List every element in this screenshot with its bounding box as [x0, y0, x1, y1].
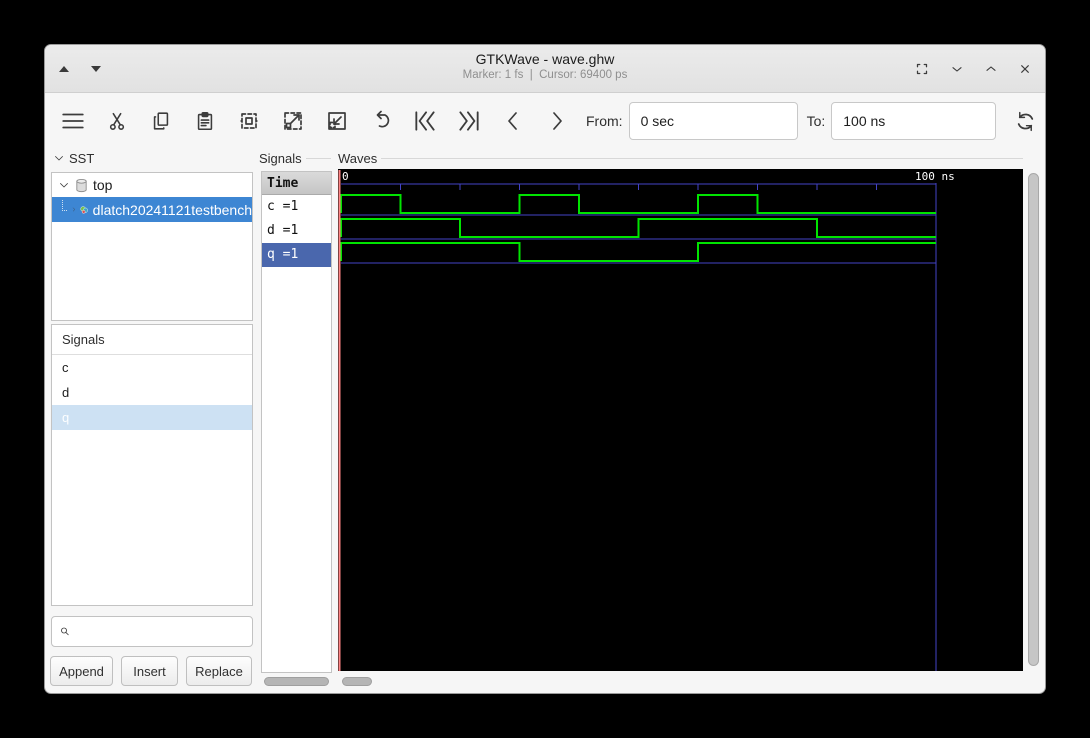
copy-icon[interactable] — [144, 104, 178, 138]
wave-hscrollbar[interactable] — [342, 677, 372, 686]
replace-button[interactable]: Replace — [186, 656, 252, 686]
zoom-out-icon[interactable] — [320, 104, 354, 138]
tree-item-top[interactable]: top — [52, 173, 252, 197]
from-input[interactable] — [628, 102, 798, 140]
forward-icon[interactable] — [540, 104, 574, 138]
signal-row-d[interactable]: d =1 — [262, 219, 331, 243]
chevron-down-icon[interactable] — [58, 179, 70, 191]
zoom-fit-icon[interactable] — [232, 104, 266, 138]
chevron-right-icon[interactable] — [71, 204, 77, 215]
maximize-icon[interactable] — [983, 61, 999, 77]
menu-icon[interactable] — [56, 104, 90, 138]
to-label: To: — [806, 113, 826, 129]
time-header: Time — [262, 172, 331, 195]
wave-trace-q — [340, 242, 936, 262]
tree-item-dlatch[interactable]: dlatch20241121testbench — [52, 197, 252, 222]
waveform-svg: 0 100 ns — [338, 170, 955, 671]
signal-panel-hscrollbar[interactable] — [264, 677, 329, 686]
search-icon — [61, 627, 69, 636]
toolbar: From: To: — [45, 93, 1045, 149]
zoom-in-icon[interactable] — [276, 104, 310, 138]
facility-list-header: Signals — [52, 325, 252, 355]
to-end-icon[interactable] — [452, 104, 486, 138]
titlebar: GTKWave - wave.ghw Marker: 1 fs | Cursor… — [45, 45, 1045, 93]
tree-connector — [62, 199, 67, 211]
wave-trace-d — [340, 218, 936, 238]
to-start-icon[interactable] — [408, 104, 442, 138]
to-input[interactable] — [831, 102, 997, 140]
wave-canvas[interactable]: 0 100 ns — [338, 169, 1023, 671]
axis-end-label: 100 ns — [915, 170, 955, 183]
search-input[interactable] — [76, 617, 252, 646]
sst-tree: top dlatch20241121testbench — [51, 172, 253, 321]
wave-vscrollbar[interactable] — [1028, 173, 1039, 666]
signal-list-header: Signals — [259, 150, 331, 166]
back-icon[interactable] — [496, 104, 530, 138]
close-icon[interactable] — [1017, 61, 1033, 77]
wave-trace-c — [340, 194, 936, 214]
zoom-undo-icon[interactable] — [364, 104, 398, 138]
reload-icon[interactable] — [1008, 104, 1042, 138]
facility-list: Signals c d q — [51, 324, 253, 606]
from-label: From: — [586, 113, 623, 129]
window-title: GTKWave - wave.ghw — [475, 51, 615, 67]
marker-cursor-status: Marker: 1 fs | Cursor: 69400 ps — [462, 69, 628, 81]
restore-icon[interactable] — [913, 60, 931, 78]
signal-row-c[interactable]: c =1 — [262, 195, 331, 219]
facility-item-c[interactable]: c — [52, 355, 252, 380]
facility-item-q[interactable]: q — [52, 405, 252, 430]
signal-row-q[interactable]: q =1 — [262, 243, 331, 267]
signal-name-panel: Time c =1 d =1 q =1 — [261, 171, 332, 673]
sst-header: SST — [53, 150, 113, 166]
signal-search-box — [51, 616, 253, 647]
module-icon — [80, 205, 89, 214]
minimize-icon[interactable] — [949, 61, 965, 77]
sst-expander-icon[interactable] — [53, 152, 65, 164]
append-button[interactable]: Append — [50, 656, 113, 686]
paste-icon[interactable] — [188, 104, 222, 138]
gtkwave-window: GTKWave - wave.ghw Marker: 1 fs | Cursor… — [44, 44, 1046, 694]
insert-button[interactable]: Insert — [121, 656, 178, 686]
waves-header: Waves — [338, 150, 1023, 166]
cut-icon[interactable] — [100, 104, 134, 138]
axis-start-label: 0 — [342, 170, 349, 183]
cylinder-icon — [76, 178, 87, 192]
facility-item-d[interactable]: d — [52, 380, 252, 405]
